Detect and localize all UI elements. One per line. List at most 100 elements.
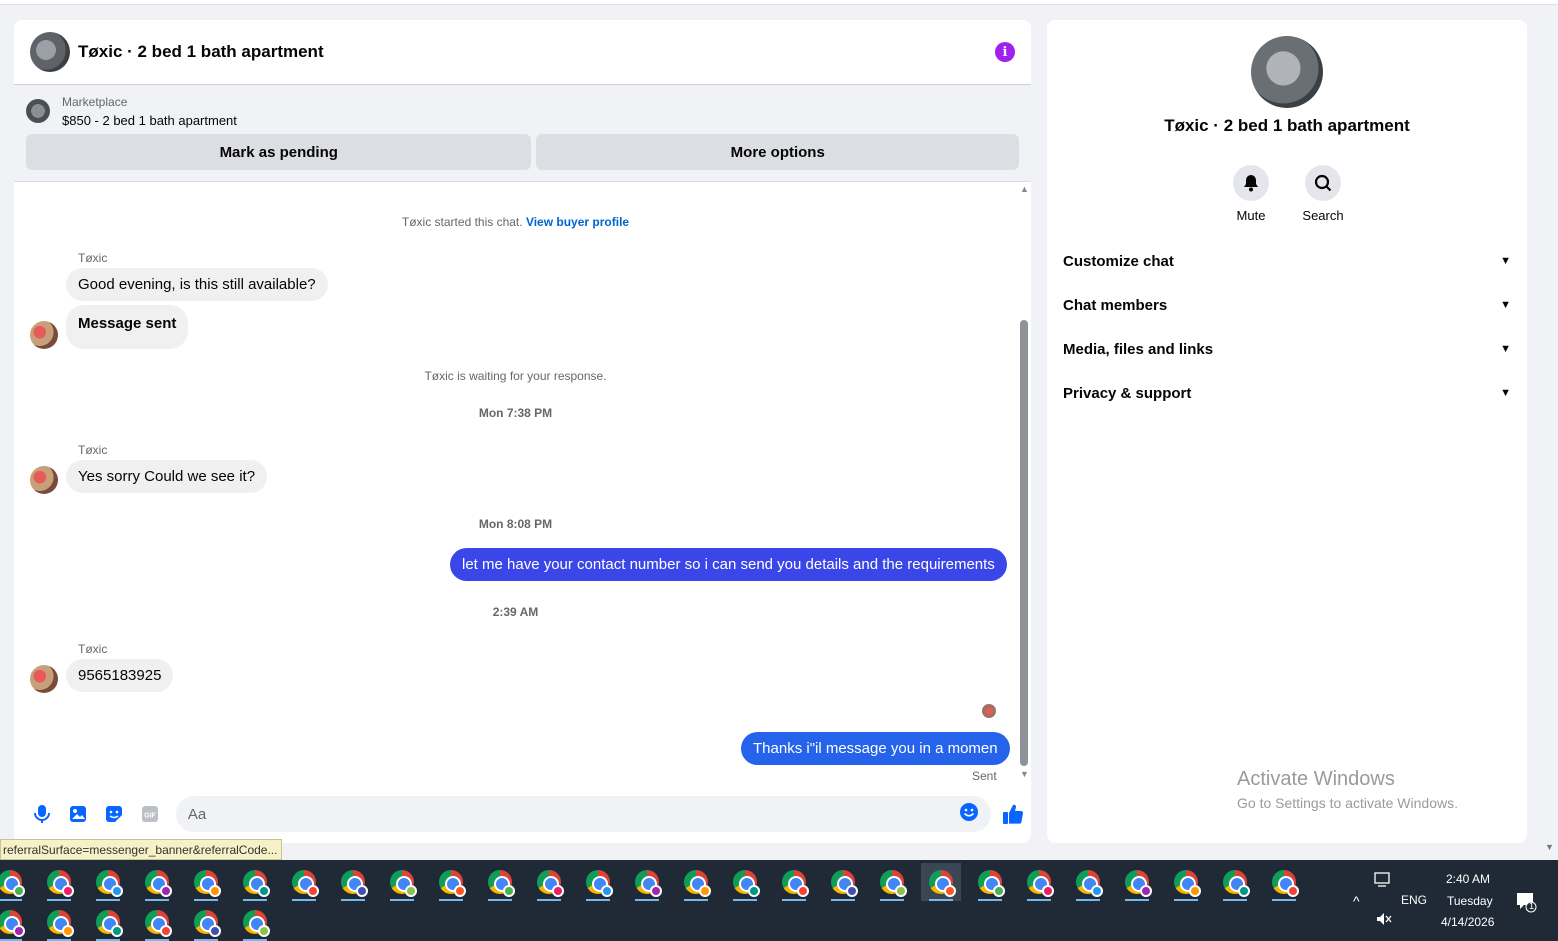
taskbar-chrome-button[interactable]: [382, 863, 422, 901]
thumbs-up-icon[interactable]: [1001, 802, 1025, 826]
chrome-icon: [831, 870, 858, 897]
sticker-icon[interactable]: [102, 802, 126, 826]
chrome-icon: [47, 910, 74, 937]
chrome-icon: [880, 870, 907, 897]
photo-icon[interactable]: [66, 802, 90, 826]
windows-taskbar: ^ ENG 2:40 AM Tuesday 4/14/2026 1: [0, 860, 1558, 941]
message-bubble-outgoing[interactable]: Thanks i"il message you in a momen: [741, 732, 1010, 765]
customize-chat-section[interactable]: Customize chat ▼: [1063, 239, 1511, 283]
message-bubble[interactable]: Good evening, is this still available?: [66, 268, 328, 301]
chat-members-section[interactable]: Chat members ▼: [1063, 283, 1511, 327]
scroll-thumb[interactable]: [1020, 320, 1028, 766]
notifications-icon[interactable]: 1: [1515, 891, 1537, 916]
show-hidden-icons-chevron-icon[interactable]: ^: [1353, 893, 1360, 909]
chrome-icon: [929, 870, 956, 897]
message-scrollbar[interactable]: ▲ ▼: [1017, 182, 1031, 782]
privacy-support-section[interactable]: Privacy & support ▼: [1063, 371, 1511, 415]
taskbar-chrome-button[interactable]: [431, 863, 471, 901]
listing-title[interactable]: $850 - 2 bed 1 bath apartment: [62, 113, 237, 128]
chrome-icon: [1174, 870, 1201, 897]
listing-thumbnail[interactable]: [26, 99, 50, 123]
taskbar-chrome-button[interactable]: [235, 903, 275, 941]
chrome-icon: [390, 870, 417, 897]
chat-title[interactable]: Tøxic · 2 bed 1 bath apartment: [78, 42, 995, 62]
taskbar-chrome-button[interactable]: [921, 863, 961, 901]
taskbar-chrome-button[interactable]: [1068, 863, 1108, 901]
speaker-muted-icon[interactable]: [1376, 912, 1392, 929]
sender-avatar[interactable]: [30, 665, 58, 693]
search-action[interactable]: Search: [1302, 165, 1344, 223]
gif-icon[interactable]: GIF: [138, 802, 162, 826]
info-icon[interactable]: i: [995, 42, 1015, 62]
message-bubble-outgoing[interactable]: let me have your contact number so i can…: [450, 548, 1007, 581]
mute-label: Mute: [1236, 208, 1266, 223]
taskbar-chrome-button[interactable]: [186, 863, 226, 901]
taskbar-chrome-button[interactable]: [480, 863, 520, 901]
taskbar-chrome-button[interactable]: [1215, 863, 1255, 901]
taskbar-chrome-button[interactable]: [1264, 863, 1304, 901]
chat-avatar[interactable]: [30, 32, 70, 72]
search-icon[interactable]: [1305, 165, 1341, 201]
taskbar-chrome-button[interactable]: [774, 863, 814, 901]
scroll-down-arrow[interactable]: ▼: [1020, 769, 1029, 779]
sender-name: Tøxic: [78, 443, 108, 457]
taskbar-chrome-button[interactable]: [137, 903, 177, 941]
taskbar-chrome-button[interactable]: [1019, 863, 1059, 901]
taskbar-chrome-button[interactable]: [186, 903, 226, 941]
language-indicator[interactable]: ENG: [1401, 893, 1427, 907]
clock-day[interactable]: Tuesday: [1447, 894, 1493, 908]
taskbar-chrome-button[interactable]: [284, 863, 324, 901]
taskbar-chrome-button[interactable]: [578, 863, 618, 901]
taskbar-chrome-button[interactable]: [0, 863, 30, 901]
taskbar-chrome-button[interactable]: [88, 863, 128, 901]
chrome-icon: [684, 870, 711, 897]
taskbar-chrome-button[interactable]: [823, 863, 863, 901]
taskbar-chrome-button[interactable]: [725, 863, 765, 901]
section-label: Privacy & support: [1063, 384, 1192, 402]
scroll-up-arrow[interactable]: ▲: [1020, 184, 1029, 194]
timestamp: Mon 8:08 PM: [478, 517, 553, 531]
sender-avatar[interactable]: [30, 466, 58, 494]
more-options-button[interactable]: More options: [536, 134, 1019, 170]
taskbar-chrome-button[interactable]: [1117, 863, 1157, 901]
mute-action[interactable]: Mute: [1233, 165, 1269, 223]
taskbar-chrome-button[interactable]: [872, 863, 912, 901]
chrome-icon: [782, 870, 809, 897]
taskbar-chrome-button[interactable]: [529, 863, 569, 901]
page-scroll-down-arrow[interactable]: ▼: [1545, 842, 1554, 852]
composer-bar: GIF Aa: [14, 793, 1031, 835]
message-input[interactable]: Aa: [175, 796, 991, 832]
side-avatar[interactable]: [1251, 36, 1323, 108]
chrome-icon: [96, 910, 123, 937]
taskbar-chrome-button[interactable]: [0, 903, 30, 941]
media-files-links-section[interactable]: Media, files and links ▼: [1063, 327, 1511, 371]
search-label: Search: [1302, 208, 1344, 223]
bell-icon[interactable]: [1233, 165, 1269, 201]
taskbar-chrome-button[interactable]: [39, 863, 79, 901]
taskbar-chrome-button[interactable]: [88, 903, 128, 941]
clock-time[interactable]: 2:40 AM: [1446, 872, 1490, 886]
sender-name: Tøxic: [78, 642, 108, 656]
microphone-icon[interactable]: [30, 802, 54, 826]
chrome-icon: [537, 870, 564, 897]
network-icon[interactable]: [1374, 872, 1392, 891]
message-bubble[interactable]: 9565183925: [66, 659, 174, 692]
browser-top-strip: [0, 0, 1558, 5]
taskbar-chrome-button[interactable]: [1166, 863, 1206, 901]
mark-as-pending-button[interactable]: Mark as pending: [26, 134, 532, 170]
taskbar-chrome-button[interactable]: [627, 863, 667, 901]
taskbar-chrome-button[interactable]: [39, 903, 79, 941]
taskbar-chrome-button[interactable]: [235, 863, 275, 901]
clock-date[interactable]: 4/14/2026: [1441, 915, 1494, 929]
view-buyer-profile-link[interactable]: View buyer profile: [526, 215, 629, 229]
taskbar-chrome-button[interactable]: [970, 863, 1010, 901]
taskbar-chrome-button[interactable]: [137, 863, 177, 901]
emoji-icon[interactable]: [959, 802, 979, 826]
sender-avatar[interactable]: [30, 321, 58, 349]
section-label: Media, files and links: [1063, 340, 1214, 358]
taskbar-chrome-button[interactable]: [333, 863, 373, 901]
taskbar-chrome-button[interactable]: [676, 863, 716, 901]
message-bubble[interactable]: Message sent: [66, 305, 189, 349]
message-input-placeholder: Aa: [187, 805, 207, 823]
message-bubble[interactable]: Yes sorry Could we see it?: [66, 460, 268, 493]
